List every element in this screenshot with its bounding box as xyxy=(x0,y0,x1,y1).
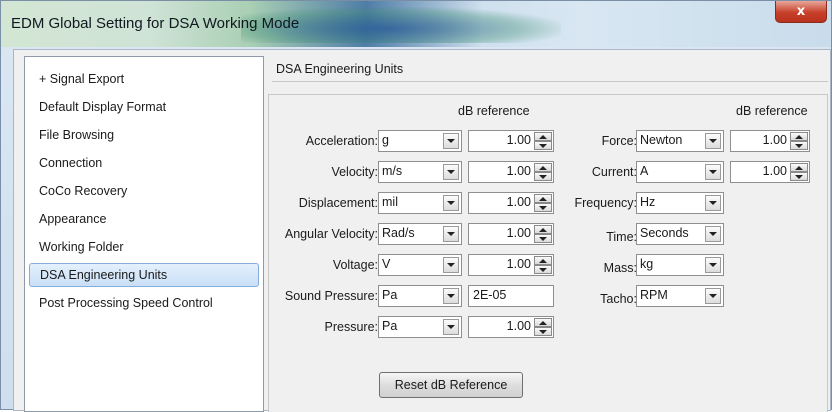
velocity-unit-select[interactable]: m/s xyxy=(378,161,462,183)
db-reference-header-right: dB reference xyxy=(736,104,808,118)
acceleration-label: Acceleration: xyxy=(305,134,378,148)
force-label: Force: xyxy=(601,134,637,148)
displacement-label: Displacement: xyxy=(298,196,378,210)
force-unit-select[interactable]: Newton xyxy=(636,130,724,152)
sidebar-item-default-display-format[interactable]: Default Display Format xyxy=(29,95,259,119)
sidebar-item-label: + Signal Export xyxy=(39,72,125,86)
tacho-unit-select[interactable]: RPM xyxy=(636,285,724,307)
spin-up-icon[interactable] xyxy=(790,132,808,141)
dialog-body: + Signal Export Default Display Format F… xyxy=(13,49,831,412)
voltage-label: Voltage: xyxy=(332,258,378,272)
sidebar-item-signal-export[interactable]: + Signal Export xyxy=(29,67,259,91)
chevron-down-icon[interactable] xyxy=(443,257,459,273)
chevron-down-icon[interactable] xyxy=(443,226,459,242)
db-reference-header-left: dB reference xyxy=(458,104,530,118)
chevron-down-icon[interactable] xyxy=(705,226,721,242)
chevron-down-icon[interactable] xyxy=(443,195,459,211)
velocity-db-ref-spinner[interactable]: 1.00 xyxy=(468,161,554,183)
chevron-down-icon[interactable] xyxy=(443,319,459,335)
mass-unit-select[interactable]: kg xyxy=(636,254,724,276)
pressure-db-ref-spinner[interactable]: 1.00 xyxy=(468,316,554,338)
spin-up-icon[interactable] xyxy=(534,225,552,234)
spin-up-icon[interactable] xyxy=(534,163,552,172)
pressure-unit-select[interactable]: Pa xyxy=(378,316,462,338)
frequency-unit-select[interactable]: Hz xyxy=(636,192,724,214)
sidebar-item-label: Appearance xyxy=(39,212,107,226)
chevron-down-icon[interactable] xyxy=(705,133,721,149)
spin-up-icon[interactable] xyxy=(534,318,552,327)
sidebar-item-label: DSA Engineering Units xyxy=(40,268,168,282)
chevron-down-icon[interactable] xyxy=(705,257,721,273)
chevron-down-icon[interactable] xyxy=(443,133,459,149)
sidebar-item-appearance[interactable]: Appearance xyxy=(29,207,259,231)
spin-down-icon[interactable] xyxy=(534,172,552,181)
spin-down-icon[interactable] xyxy=(790,172,808,181)
angular-velocity-label: Angular Velocity: xyxy=(284,227,378,241)
voltage-db-ref-spinner[interactable]: 1.00 xyxy=(468,254,554,276)
sidebar-item-label: CoCo Recovery xyxy=(39,184,128,198)
time-unit-select[interactable]: Seconds xyxy=(636,223,724,245)
acceleration-db-ref-spinner[interactable]: 1.00 xyxy=(468,130,554,152)
tacho-label: Tacho: xyxy=(600,292,637,306)
current-db-ref-spinner[interactable]: 1.00 xyxy=(730,161,810,183)
chevron-down-icon[interactable] xyxy=(443,288,459,304)
sidebar-item-coco-recovery[interactable]: CoCo Recovery xyxy=(29,179,259,203)
close-icon: x xyxy=(796,4,806,19)
sound-pressure-db-ref-input[interactable]: 2E-05 xyxy=(468,285,554,307)
settings-window: EDM Global Setting for DSA Working Mode … xyxy=(0,0,832,412)
mass-label: Mass: xyxy=(603,261,637,275)
chevron-down-icon[interactable] xyxy=(705,164,721,180)
sidebar-item-working-folder[interactable]: Working Folder xyxy=(29,235,259,259)
spin-up-icon[interactable] xyxy=(534,256,552,265)
window-title: EDM Global Setting for DSA Working Mode xyxy=(11,15,300,32)
panel-title: DSA Engineering Units xyxy=(272,56,828,82)
voltage-unit-select[interactable]: V xyxy=(378,254,462,276)
sidebar-item-label: File Browsing xyxy=(39,128,115,142)
acceleration-unit-select[interactable]: g xyxy=(378,130,462,152)
sidebar-item-label: Default Display Format xyxy=(39,100,167,114)
sidebar-item-file-browsing[interactable]: File Browsing xyxy=(29,123,259,147)
spin-down-icon[interactable] xyxy=(534,265,552,274)
angular-velocity-unit-select[interactable]: Rad/s xyxy=(378,223,462,245)
sound-pressure-label: Sound Pressure: xyxy=(284,289,378,303)
sidebar-item-connection[interactable]: Connection xyxy=(29,151,259,175)
sound-pressure-unit-select[interactable]: Pa xyxy=(378,285,462,307)
spin-down-icon[interactable] xyxy=(534,141,552,150)
spin-down-icon[interactable] xyxy=(534,327,552,336)
displacement-db-ref-spinner[interactable]: 1.00 xyxy=(468,192,554,214)
chevron-down-icon[interactable] xyxy=(443,164,459,180)
chevron-down-icon[interactable] xyxy=(705,288,721,304)
reset-db-reference-button[interactable]: Reset dB Reference xyxy=(379,372,523,398)
displacement-unit-select[interactable]: mil xyxy=(378,192,462,214)
frequency-label: Frequency: xyxy=(574,196,637,210)
force-db-ref-spinner[interactable]: 1.00 xyxy=(730,130,810,152)
velocity-label: Velocity: xyxy=(331,165,378,179)
spin-up-icon[interactable] xyxy=(534,132,552,141)
pressure-label: Pressure: xyxy=(324,320,379,334)
close-button[interactable]: x xyxy=(775,1,827,23)
spin-up-icon[interactable] xyxy=(790,163,808,172)
spin-up-icon[interactable] xyxy=(534,194,552,203)
sidebar-item-dsa-engineering-units[interactable]: DSA Engineering Units xyxy=(29,263,259,287)
settings-sidebar: + Signal Export Default Display Format F… xyxy=(24,56,264,412)
spin-down-icon[interactable] xyxy=(534,203,552,212)
chevron-down-icon[interactable] xyxy=(705,195,721,211)
angular-velocity-db-ref-spinner[interactable]: 1.00 xyxy=(468,223,554,245)
time-label: Time: xyxy=(606,230,637,244)
sidebar-item-label: Working Folder xyxy=(39,240,124,254)
sidebar-item-label: Connection xyxy=(39,156,103,170)
sidebar-item-label: Post Processing Speed Control xyxy=(39,296,213,310)
current-unit-select[interactable]: A xyxy=(636,161,724,183)
title-bar[interactable]: EDM Global Setting for DSA Working Mode … xyxy=(1,1,831,47)
current-label: Current: xyxy=(591,165,637,179)
spin-down-icon[interactable] xyxy=(534,234,552,243)
sidebar-item-post-processing-speed-control[interactable]: Post Processing Speed Control xyxy=(29,291,259,315)
spin-down-icon[interactable] xyxy=(790,141,808,150)
